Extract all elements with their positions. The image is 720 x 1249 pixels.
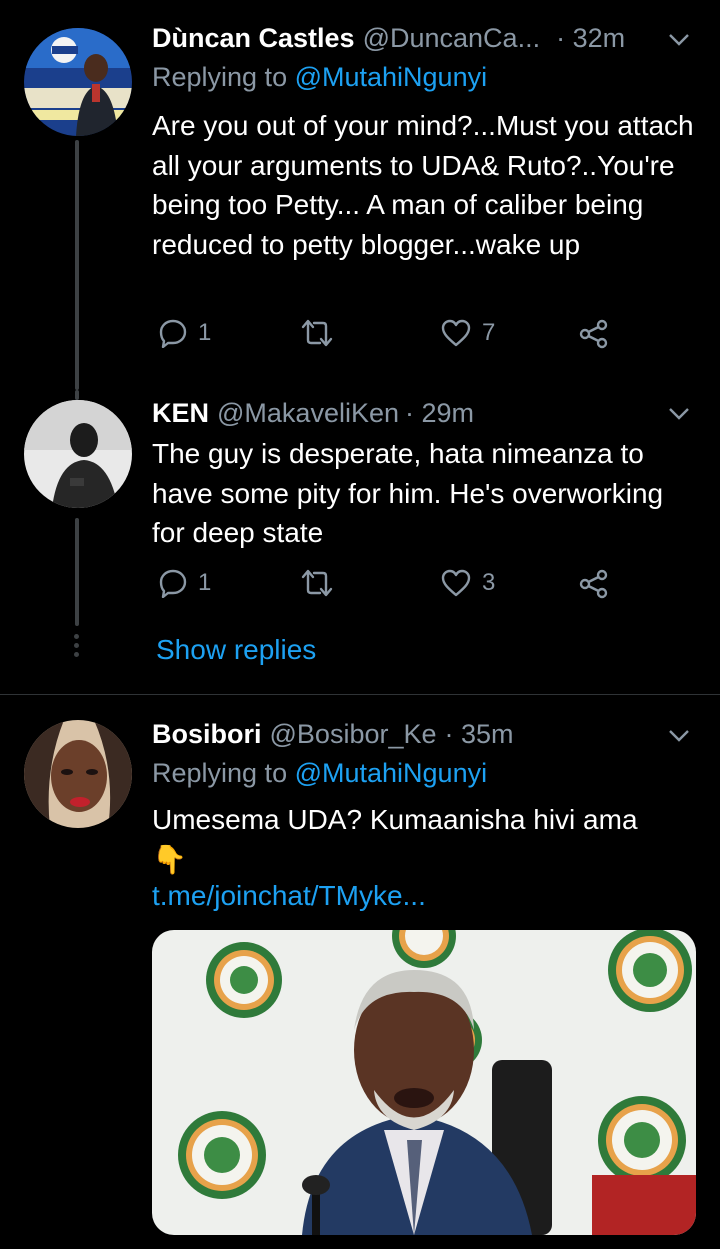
tweet-actions: 1 7 — [152, 318, 622, 358]
share-button[interactable] — [578, 318, 610, 350]
share-icon — [579, 319, 608, 349]
reply-button[interactable]: 1 — [158, 318, 211, 348]
retweet-button[interactable] — [300, 318, 334, 348]
media-image[interactable] — [152, 930, 696, 1235]
tweet-text: The guy is desperate, hata nimeanza to h… — [152, 438, 664, 548]
user-handle[interactable]: @MakaveliKen — [217, 398, 399, 429]
display-name[interactable]: Dùncan Castles — [152, 23, 355, 54]
timestamp: · 29m — [405, 397, 475, 428]
chevron-down-icon[interactable] — [668, 402, 690, 424]
thread-line — [75, 390, 79, 400]
replying-to: Replying to @MutahiNgunyi — [152, 758, 488, 788]
tweet-header: KEN @MakaveliKen · 29m — [152, 395, 696, 431]
tweet-actions: 1 3 — [152, 568, 622, 608]
timestamp: · 32m — [556, 22, 626, 53]
tweet-header: Bosibori @Bosibor_Ke · 35m — [152, 716, 696, 752]
tweet-text: Umesema UDA? Kumaanisha hivi ama 👇 — [152, 804, 638, 875]
thread-dots — [74, 634, 80, 661]
reply-button[interactable]: 1 — [158, 568, 211, 598]
share-icon — [579, 569, 608, 599]
tweet-ken[interactable]: KEN @MakaveliKen · 29m The guy is desper… — [0, 390, 720, 690]
timestamp: · 35m — [444, 718, 514, 749]
thread-line — [75, 140, 79, 390]
divider — [0, 694, 720, 695]
chevron-down-icon[interactable] — [668, 724, 690, 746]
tweet-header: Dùncan Castles @DuncanCa... · 32m — [152, 20, 696, 56]
tweet-duncan-castles[interactable]: Dùncan Castles @DuncanCa... · 32m Replyi… — [0, 0, 720, 390]
mention-link[interactable]: @MutahiNgunyi — [295, 62, 488, 92]
user-handle[interactable]: @Bosibor_Ke — [270, 719, 437, 750]
like-icon — [441, 569, 471, 597]
like-button[interactable]: 3 — [440, 568, 495, 598]
tweet-link[interactable]: t.me/joinchat/TMyke... — [152, 880, 426, 912]
display-name[interactable]: Bosibori — [152, 719, 262, 750]
share-button[interactable] — [578, 568, 610, 600]
show-replies-link[interactable]: Show replies — [156, 634, 316, 666]
reply-icon — [159, 569, 187, 598]
like-icon — [441, 319, 471, 347]
reply-count: 1 — [198, 319, 212, 346]
pointing-down-emoji: 👇 — [152, 843, 187, 875]
retweet-icon — [301, 569, 333, 597]
retweet-icon — [301, 319, 333, 347]
reply-count: 1 — [198, 569, 212, 596]
like-count: 3 — [482, 569, 496, 596]
replying-to: Replying to @MutahiNgunyi — [152, 62, 488, 92]
user-handle[interactable]: @DuncanCa... — [363, 23, 541, 54]
reply-icon — [159, 319, 187, 348]
thread-line — [75, 518, 79, 626]
mention-link[interactable]: @MutahiNgunyi — [295, 758, 488, 788]
display-name[interactable]: KEN — [152, 398, 209, 429]
tweet-text: Are you out of your mind?...Must you att… — [152, 110, 694, 260]
avatar[interactable] — [24, 720, 132, 828]
like-button[interactable]: 7 — [440, 318, 495, 348]
retweet-button[interactable] — [300, 568, 334, 598]
like-count: 7 — [482, 319, 496, 346]
chevron-down-icon[interactable] — [668, 28, 690, 50]
avatar[interactable] — [24, 400, 132, 508]
avatar[interactable] — [24, 28, 132, 136]
